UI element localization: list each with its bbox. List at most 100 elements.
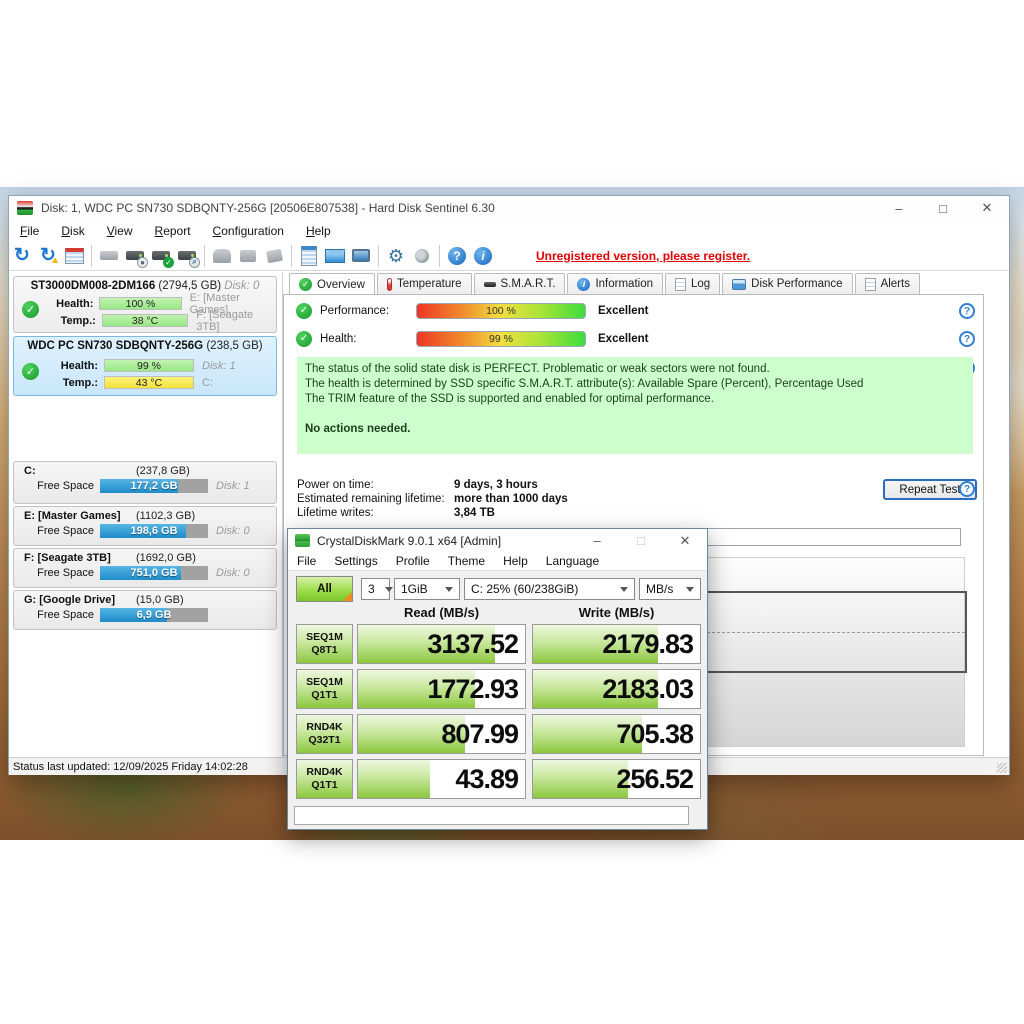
health-label: Health:	[56, 297, 94, 310]
disk-check-icon[interactable]: ✓	[148, 244, 174, 268]
menu-theme[interactable]: Theme	[439, 554, 494, 568]
temp-label: Temp.:	[62, 376, 98, 389]
refresh-warning-icon[interactable]: ↻ ▲	[35, 244, 61, 268]
maximize-button[interactable]: □	[921, 196, 965, 220]
menu-configuration[interactable]: Configuration	[202, 222, 295, 240]
menu-profile[interactable]: Profile	[387, 554, 439, 568]
disk-clock-icon[interactable]: ●	[122, 244, 148, 268]
help-circle-icon[interactable]: ?	[959, 303, 975, 319]
tab-overview[interactable]: ✓ Overview	[289, 273, 375, 295]
rnd4k-q32t1-button[interactable]: RND4K Q32T1	[296, 714, 353, 754]
tab-log[interactable]: Log	[664, 273, 721, 294]
seq1m-q8t1-button[interactable]: SEQ1M Q8T1	[296, 624, 353, 664]
free-space-bar: 6,9 GB	[100, 608, 208, 622]
partition-size: (1692,0 GB)	[136, 552, 196, 564]
speaker-icon[interactable]	[409, 244, 435, 268]
help-icon[interactable]: ?	[444, 244, 470, 268]
health-ok-icon: ✓	[296, 330, 312, 347]
partition-name: G: [Google Drive]	[24, 594, 116, 606]
disk-connector-icon[interactable]	[235, 244, 261, 268]
temp-bar: 43 °C	[104, 376, 194, 389]
hds-menubar: File Disk View Report Configuration Help	[9, 220, 1009, 241]
unregistered-notice[interactable]: Unregistered version, please register.	[536, 249, 750, 263]
tab-disk-performance[interactable]: Disk Performance	[722, 273, 853, 294]
smart-icon	[483, 281, 496, 287]
target-drive-dropdown[interactable]: C: 25% (60/238GiB)	[464, 578, 635, 600]
alerts-page-icon	[864, 277, 876, 291]
no-actions-line: No actions needed.	[305, 423, 411, 435]
seq1m-q1t1-button[interactable]: SEQ1M Q1T1	[296, 669, 353, 709]
disk-dome-icon[interactable]	[209, 244, 235, 268]
status-line: The health is determined by SSD specific…	[305, 378, 864, 390]
partition-disk-id: Disk: 0	[216, 567, 250, 579]
tab-smart[interactable]: S.M.A.R.T.	[473, 273, 566, 294]
test-count-dropdown[interactable]: 3	[361, 578, 390, 600]
temp-label: Temp.:	[60, 314, 96, 327]
menu-view[interactable]: View	[96, 222, 144, 240]
cdm-titlebar[interactable]: CrystalDiskMark 9.0.1 x64 [Admin] – □ ✕	[288, 529, 707, 552]
test-size-dropdown[interactable]: 1GiB	[394, 578, 460, 600]
menu-settings[interactable]: Settings	[325, 554, 386, 568]
cdm-window-title: CrystalDiskMark 9.0.1 x64 [Admin]	[317, 533, 502, 548]
disk-card-st3000[interactable]: ST3000DM008-2DM166 (2794,5 GB) Disk: 0 ✓…	[13, 276, 277, 333]
disk-card-wdc-selected[interactable]: WDC PC SN730 SDBQNTY-256G (238,5 GB) ✓ H…	[13, 336, 277, 396]
partition-card-f[interactable]: F: [Seagate 3TB] (1692,0 GB) Free Space …	[13, 548, 277, 588]
resize-grip[interactable]	[997, 763, 1007, 773]
network-icon[interactable]	[348, 244, 374, 268]
menu-report[interactable]: Report	[144, 222, 202, 240]
menu-language[interactable]: Language	[537, 554, 608, 568]
read-column-header: Read (MB/s)	[403, 605, 480, 620]
read-result-cell: 1772.93	[357, 669, 526, 709]
rnd4k-q1t1-button[interactable]: RND4K Q1T1	[296, 759, 353, 799]
help-circle-icon[interactable]: ?	[959, 481, 975, 497]
partition-card-c[interactable]: C: (237,8 GB) Free Space 177,2 GB Disk: …	[13, 461, 277, 504]
disk-search-icon[interactable]: ⌕	[174, 244, 200, 268]
minimize-button[interactable]: –	[575, 529, 619, 553]
free-space-label: Free Space	[37, 480, 94, 492]
disk-size: (2794,5 GB)	[158, 280, 222, 292]
minimize-button[interactable]: –	[877, 196, 921, 220]
disk-list-icon[interactable]	[61, 244, 87, 268]
performance-chart-icon	[732, 278, 747, 290]
close-button[interactable]: ✕	[965, 196, 1009, 220]
menu-help[interactable]: Help	[295, 222, 342, 240]
free-space-bar: 751,0 GB	[100, 566, 208, 580]
health-label: Health:	[320, 332, 357, 345]
partition-card-g[interactable]: G: [Google Drive] (15,0 GB) Free Space 6…	[13, 590, 277, 630]
menu-file[interactable]: File	[9, 222, 50, 240]
info-icon[interactable]: i	[470, 244, 496, 268]
refresh-icon[interactable]: ↻	[9, 244, 35, 268]
menu-file[interactable]: File	[288, 554, 325, 568]
tab-temperature[interactable]: Temperature	[376, 273, 472, 294]
health-bar: 99 %	[416, 330, 586, 347]
run-all-button[interactable]: All	[296, 576, 353, 602]
unit-dropdown[interactable]: MB/s	[639, 578, 701, 600]
read-result-cell: 43.89	[357, 759, 526, 799]
tab-information[interactable]: i Information	[567, 273, 663, 294]
disk-connector2-icon[interactable]	[261, 244, 287, 268]
read-result-cell: 807.99	[357, 714, 526, 754]
disk-gray-icon[interactable]	[96, 244, 122, 268]
performance-label: Performance:	[320, 304, 390, 317]
tab-alerts[interactable]: Alerts	[854, 273, 920, 294]
report-icon[interactable]	[296, 244, 322, 268]
status-text: Status last updated: 12/09/2025 Friday 1…	[13, 760, 248, 773]
info-value: 9 days, 3 hours	[454, 479, 538, 491]
free-space-bar: 177,2 GB	[100, 479, 208, 493]
crystaldiskmark-window: CrystalDiskMark 9.0.1 x64 [Admin] – □ ✕ …	[287, 528, 708, 830]
partition-size: (237,8 GB)	[136, 465, 190, 477]
hds-app-icon	[17, 201, 33, 215]
hds-titlebar[interactable]: Disk: 1, WDC PC SN730 SDBQNTY-256G [2050…	[9, 196, 1009, 220]
performance-bar: 100 %	[416, 302, 586, 319]
maximize-button: □	[637, 533, 645, 548]
help-circle-icon[interactable]: ?	[959, 331, 975, 347]
settings-gear-icon[interactable]: ⚙	[383, 244, 409, 268]
partition-card-e[interactable]: E: [Master Games] (1102,3 GB) Free Space…	[13, 506, 277, 546]
menu-disk[interactable]: Disk	[50, 222, 95, 240]
cdm-menubar: File Settings Profile Theme Help Languag…	[288, 552, 707, 571]
cdm-comment-field[interactable]	[294, 806, 689, 825]
menu-help[interactable]: Help	[494, 554, 537, 568]
partition-name: F: [Seagate 3TB]	[24, 552, 111, 564]
close-button[interactable]: ✕	[663, 529, 707, 553]
mail-icon[interactable]	[322, 244, 348, 268]
